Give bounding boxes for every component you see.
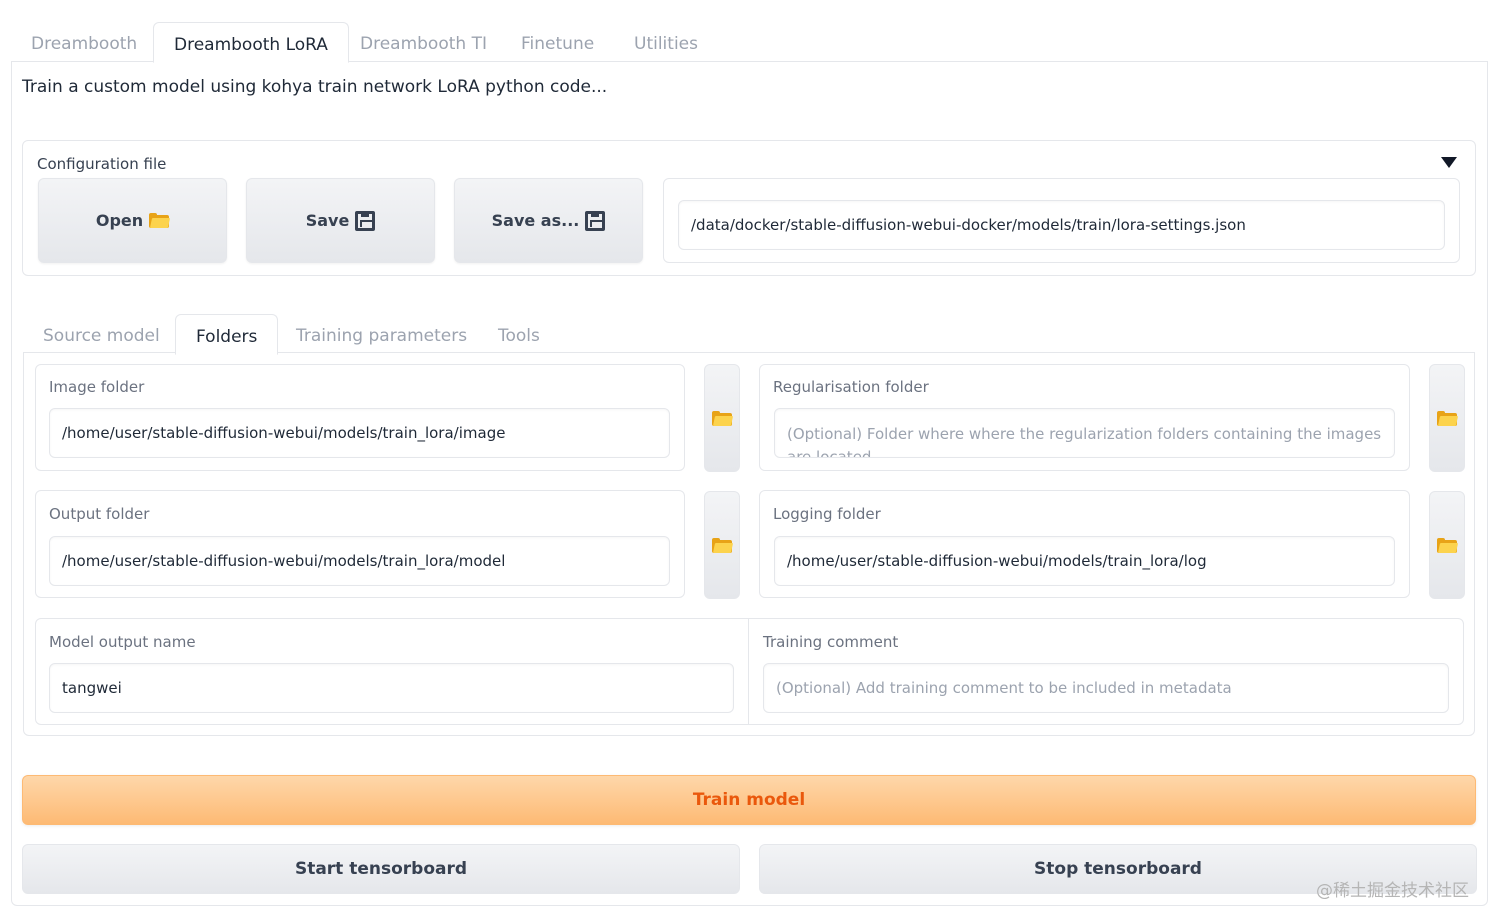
output-folder-value: /home/user/stable-diffusion-webui/models… — [62, 552, 506, 570]
tab-source-model[interactable]: Source model — [23, 314, 180, 354]
train-model-button[interactable]: Train model — [22, 775, 1476, 825]
tab-tools[interactable]: Tools — [478, 314, 560, 354]
tab-training-parameters[interactable]: Training parameters — [276, 314, 487, 354]
logging-folder-value: /home/user/stable-diffusion-webui/models… — [787, 552, 1207, 570]
output-folder-browse-button[interactable] — [704, 491, 740, 599]
logging-folder-label: Logging folder — [773, 505, 881, 523]
save-config-button[interactable]: Save — [246, 178, 435, 263]
column-divider — [748, 619, 749, 724]
training-comment-input[interactable]: (Optional) Add training comment to be in… — [763, 663, 1449, 713]
reg-folder-browse-button[interactable] — [1429, 364, 1465, 472]
training-comment-label: Training comment — [763, 633, 899, 651]
start-tensorboard-button[interactable]: Start tensorboard — [22, 844, 740, 894]
open-config-button[interactable]: Open — [38, 178, 227, 263]
folder-icon — [1437, 410, 1459, 426]
model-output-name-input[interactable]: tangwei — [49, 663, 734, 713]
floppy-disk-icon — [355, 210, 376, 231]
image-folder-browse-button[interactable] — [704, 364, 740, 472]
page-description: Train a custom model using kohya train n… — [22, 77, 608, 97]
watermark: @稀土掘金技术社区 — [1316, 881, 1469, 901]
save-as-label: Save as... — [491, 211, 580, 230]
sub-tab-bar: Source model Folders Training parameters… — [23, 314, 1475, 355]
output-folder-input[interactable]: /home/user/stable-diffusion-webui/models… — [49, 536, 670, 586]
tab-folders[interactable]: Folders — [175, 314, 279, 355]
tab-dreambooth-lora[interactable]: Dreambooth LoRA — [153, 22, 349, 63]
open-label: Open — [95, 211, 144, 230]
caret-down-icon[interactable] — [1441, 157, 1457, 168]
tab-dreambooth-ti[interactable]: Dreambooth TI — [340, 22, 507, 62]
training-comment-placeholder: (Optional) Add training comment to be in… — [776, 679, 1232, 697]
model-output-name-value: tangwei — [62, 679, 122, 697]
image-folder-label: Image folder — [49, 378, 145, 396]
floppy-disk-icon — [585, 210, 606, 231]
logging-folder-input[interactable]: /home/user/stable-diffusion-webui/models… — [774, 536, 1395, 586]
image-folder-value: /home/user/stable-diffusion-webui/models… — [62, 424, 506, 442]
reg-folder-placeholder: (Optional) Folder where where the regula… — [787, 425, 1382, 458]
config-path-value: /data/docker/stable-diffusion-webui-dock… — [691, 216, 1246, 234]
folder-icon — [149, 213, 171, 228]
folder-icon — [712, 410, 734, 426]
model-output-name-label: Model output name — [49, 633, 196, 651]
reg-folder-label: Regularisation folder — [773, 378, 929, 396]
folder-icon — [712, 537, 734, 553]
image-folder-input[interactable]: /home/user/stable-diffusion-webui/models… — [49, 408, 670, 458]
save-as-config-button[interactable]: Save as... — [454, 178, 643, 263]
tab-utilities[interactable]: Utilities — [614, 22, 718, 62]
reg-folder-input[interactable]: (Optional) Folder where where the regula… — [774, 408, 1395, 458]
top-tab-bar: Dreambooth Dreambooth LoRA Dreambooth TI… — [11, 22, 1488, 63]
save-label: Save — [305, 211, 350, 230]
output-folder-label: Output folder — [49, 505, 150, 523]
config-path-input[interactable]: /data/docker/stable-diffusion-webui-dock… — [678, 200, 1445, 250]
logging-folder-browse-button[interactable] — [1429, 491, 1465, 599]
tab-dreambooth[interactable]: Dreambooth — [11, 22, 157, 62]
folder-icon — [1437, 537, 1459, 553]
config-file-label: Configuration file — [37, 155, 167, 173]
tab-finetune[interactable]: Finetune — [501, 22, 614, 62]
